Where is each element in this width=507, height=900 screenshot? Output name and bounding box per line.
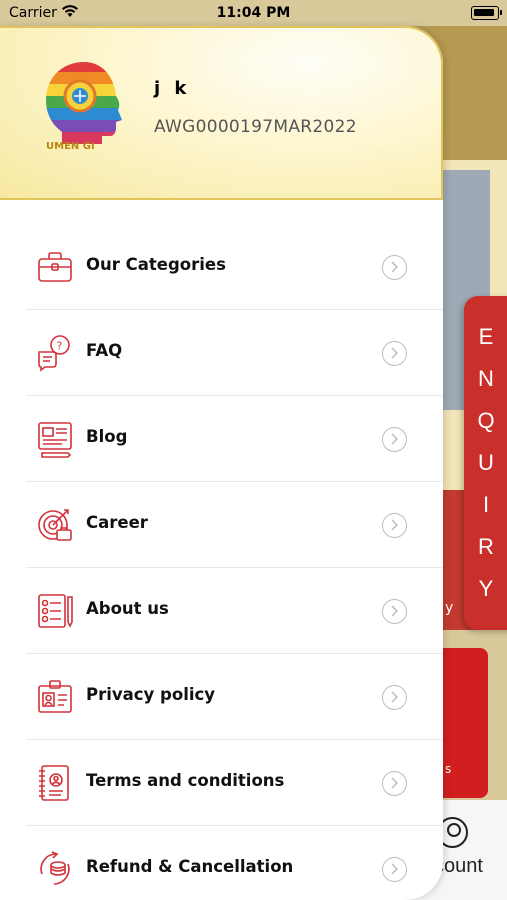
enquiry-letter: R bbox=[478, 534, 494, 559]
battery-icon bbox=[471, 6, 502, 20]
clock: 11:04 PM bbox=[216, 5, 291, 21]
enquiry-letter: I bbox=[482, 492, 490, 517]
menu-label: FAQ bbox=[86, 341, 123, 360]
side-drawer: UMEN GI j k AWG0000197MAR2022 Our Catego… bbox=[0, 26, 443, 900]
chevron-right-icon[interactable] bbox=[382, 685, 407, 710]
svg-text:UMEN GI: UMEN GI bbox=[46, 141, 95, 150]
chevron-right-icon[interactable] bbox=[382, 427, 407, 452]
chevron-right-icon[interactable] bbox=[382, 255, 407, 280]
user-id: AWG0000197MAR2022 bbox=[154, 117, 357, 137]
terms-book-icon bbox=[39, 765, 69, 801]
career-target-icon bbox=[38, 509, 72, 541]
enquiry-letter: Q bbox=[477, 408, 495, 433]
menu-label: Our Categories bbox=[86, 255, 226, 274]
menu-label: Terms and conditions bbox=[86, 771, 285, 790]
menu-item-career[interactable]: Career bbox=[26, 482, 443, 568]
faq-chat-icon: ? bbox=[38, 335, 70, 372]
enquiry-letter: U bbox=[478, 450, 494, 475]
menu-item-terms-and-conditions[interactable]: Terms and conditions bbox=[26, 740, 443, 826]
drawer-header: UMEN GI j k AWG0000197MAR2022 bbox=[0, 26, 443, 200]
menu-item-blog[interactable]: Blog bbox=[26, 396, 443, 482]
brand-logo: UMEN GI bbox=[46, 62, 122, 150]
enquiry-letter: N bbox=[478, 366, 494, 391]
menu-item-about-us[interactable]: About us bbox=[26, 568, 443, 654]
enquiry-tab[interactable]: E N Q U I R Y bbox=[464, 296, 507, 630]
id-card-icon bbox=[38, 680, 72, 713]
category-card-label: y bbox=[445, 600, 454, 616]
menu-label: About us bbox=[86, 599, 169, 618]
promo-card-label: s bbox=[445, 762, 452, 776]
menu-label: Blog bbox=[86, 427, 128, 446]
enquiry-letter: Y bbox=[478, 576, 494, 601]
chevron-right-icon[interactable] bbox=[382, 341, 407, 366]
user-name: j k bbox=[154, 78, 191, 99]
status-bar: Carrier 11:04 PM bbox=[0, 0, 507, 26]
menu-item-privacy-policy[interactable]: Privacy policy bbox=[26, 654, 443, 740]
chevron-right-icon[interactable] bbox=[382, 771, 407, 796]
chevron-right-icon[interactable] bbox=[382, 599, 407, 624]
menu-item-refund-cancellation[interactable]: Refund & Cancellation bbox=[26, 826, 443, 900]
about-list-icon bbox=[38, 594, 73, 628]
refund-coins-icon bbox=[40, 851, 70, 885]
menu-label: Career bbox=[86, 513, 148, 532]
svg-text:?: ? bbox=[57, 340, 63, 353]
menu-label: Privacy policy bbox=[86, 685, 216, 704]
drawer-menu: Our Categories ? FAQ Blog Career About u… bbox=[26, 224, 443, 900]
chevron-right-icon[interactable] bbox=[382, 513, 407, 538]
enquiry-letter: E bbox=[478, 324, 494, 349]
menu-item-our-categories[interactable]: Our Categories bbox=[26, 224, 443, 310]
menu-label: Refund & Cancellation bbox=[86, 857, 294, 876]
chevron-right-icon[interactable] bbox=[382, 857, 407, 882]
menu-item-faq[interactable]: ? FAQ bbox=[26, 310, 443, 396]
briefcase-icon bbox=[38, 252, 72, 282]
blog-icon bbox=[38, 422, 72, 458]
